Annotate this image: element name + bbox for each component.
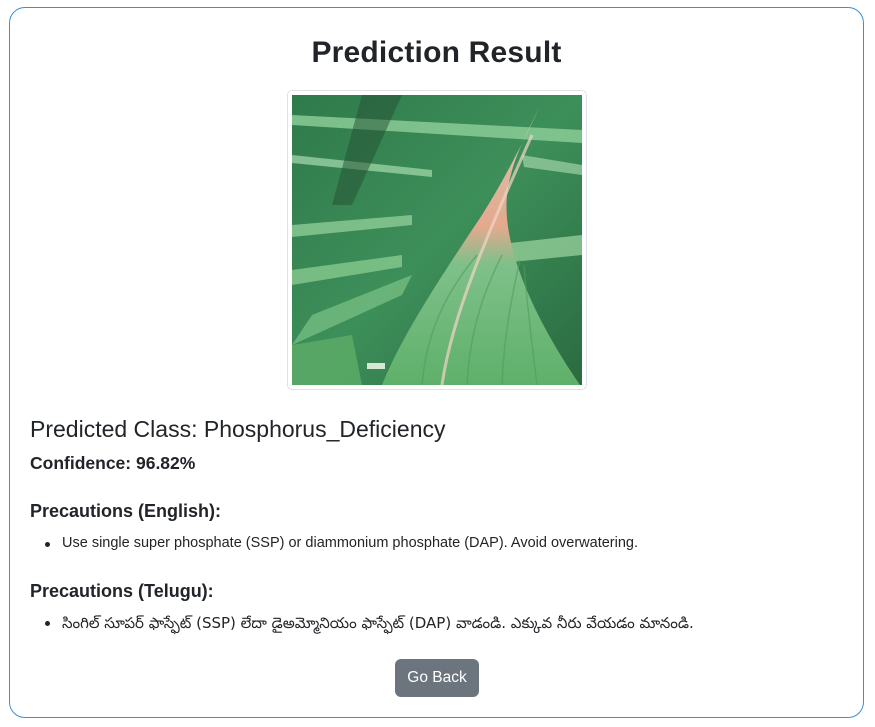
- go-back-button[interactable]: Go Back: [395, 659, 479, 697]
- list-item: Use single super phosphate (SSP) or diam…: [42, 535, 638, 551]
- leaf-photo: [292, 95, 582, 385]
- list-item: సింగిల్ సూపర్ ఫాస్ఫేట్ (SSP) లేదా డైఅమ్మ…: [42, 614, 694, 636]
- precautions-english-heading: Precautions (English):: [30, 501, 222, 521]
- precautions-telugu-heading: Precautions (Telugu):: [30, 581, 214, 601]
- result-card: Prediction Result Predicted Class: Phosp…: [9, 7, 864, 718]
- precautions-telugu-list: సింగిల్ సూపర్ ఫాస్ఫేట్ (SSP) లేదా డైఅమ్మ…: [42, 614, 694, 636]
- page-title: Prediction Result: [311, 36, 562, 69]
- precautions-english-list: Use single super phosphate (SSP) or diam…: [42, 535, 638, 551]
- confidence: Confidence: 96.82%: [30, 453, 196, 473]
- predicted-class: Predicted Class: Phosphorus_Deficiency: [30, 416, 446, 442]
- leaf-image: [287, 90, 587, 390]
